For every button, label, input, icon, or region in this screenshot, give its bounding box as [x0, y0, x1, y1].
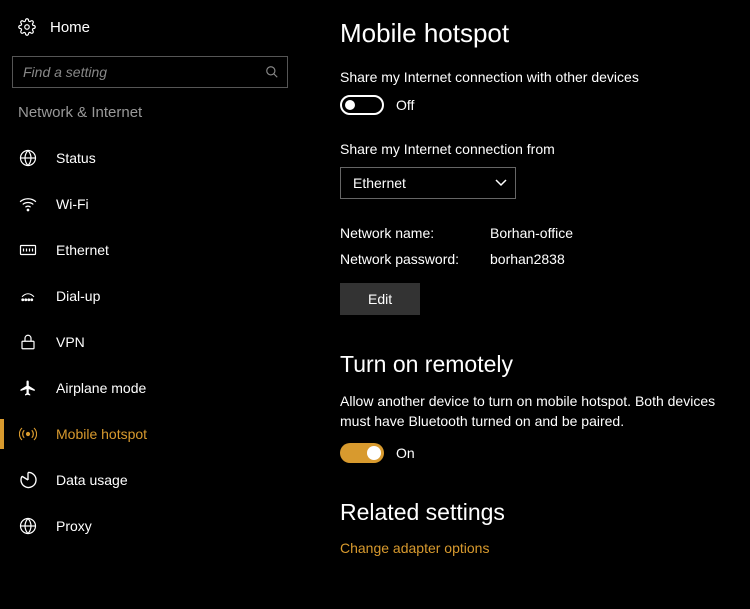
sidebar-item-airplane[interactable]: Airplane mode	[0, 365, 300, 411]
network-name-value: Borhan-office	[490, 225, 573, 241]
home-button[interactable]: Home	[0, 10, 300, 48]
sidebar-item-vpn[interactable]: VPN	[0, 319, 300, 365]
related-title: Related settings	[340, 499, 722, 526]
datausage-icon	[18, 470, 38, 490]
edit-button[interactable]: Edit	[340, 283, 420, 315]
chevron-down-icon	[495, 179, 507, 187]
sidebar-item-label: Mobile hotspot	[56, 426, 147, 442]
sidebar-item-label: Data usage	[56, 472, 128, 488]
sidebar-item-hotspot[interactable]: Mobile hotspot	[0, 411, 300, 457]
search-input[interactable]	[23, 64, 265, 80]
remote-toggle[interactable]: On	[340, 443, 722, 463]
proxy-icon	[18, 516, 38, 536]
page-title: Mobile hotspot	[340, 18, 722, 49]
search-icon	[265, 65, 279, 79]
sidebar-item-label: VPN	[56, 334, 85, 350]
gear-icon	[18, 18, 36, 36]
network-password-row: Network password: borhan2838	[340, 251, 722, 267]
remote-title: Turn on remotely	[340, 351, 722, 378]
sidebar-item-wifi[interactable]: Wi-Fi	[0, 181, 300, 227]
airplane-icon	[18, 378, 38, 398]
network-name-row: Network name: Borhan-office	[340, 225, 722, 241]
network-password-value: borhan2838	[490, 251, 565, 267]
network-name-label: Network name:	[340, 225, 490, 241]
nav-list: Status Wi-Fi Ethernet Dial-up VPN	[0, 135, 300, 549]
sidebar-item-label: Airplane mode	[56, 380, 146, 396]
sidebar-item-datausage[interactable]: Data usage	[0, 457, 300, 503]
home-label: Home	[50, 19, 90, 36]
sidebar-item-label: Wi-Fi	[56, 196, 89, 212]
share-description: Share my Internet connection with other …	[340, 69, 722, 85]
dialup-icon	[18, 286, 38, 306]
sidebar-item-label: Dial-up	[56, 288, 100, 304]
toggle-state-label: Off	[396, 97, 414, 113]
search-box[interactable]	[12, 56, 288, 88]
change-adapter-link[interactable]: Change adapter options	[340, 540, 722, 556]
ethernet-icon	[18, 240, 38, 260]
dropdown-value: Ethernet	[353, 175, 406, 191]
share-from-dropdown[interactable]: Ethernet	[340, 167, 516, 199]
sidebar-item-status[interactable]: Status	[0, 135, 300, 181]
share-from-label: Share my Internet connection from	[340, 141, 722, 157]
toggle-switch-on	[340, 443, 384, 463]
network-password-label: Network password:	[340, 251, 490, 267]
sidebar-item-dialup[interactable]: Dial-up	[0, 273, 300, 319]
share-toggle[interactable]: Off	[340, 95, 722, 115]
vpn-icon	[18, 332, 38, 352]
wifi-icon	[18, 194, 38, 214]
sidebar-item-ethernet[interactable]: Ethernet	[0, 227, 300, 273]
remote-description: Allow another device to turn on mobile h…	[340, 392, 722, 431]
category-header: Network & Internet	[0, 104, 300, 135]
main-content: Mobile hotspot Share my Internet connect…	[300, 0, 750, 609]
status-icon	[18, 148, 38, 168]
sidebar: Home Network & Internet Status Wi-Fi Eth…	[0, 0, 300, 609]
hotspot-icon	[18, 424, 38, 444]
sidebar-item-label: Ethernet	[56, 242, 109, 258]
toggle-state-label: On	[396, 445, 415, 461]
toggle-switch-off	[340, 95, 384, 115]
sidebar-item-proxy[interactable]: Proxy	[0, 503, 300, 549]
sidebar-item-label: Proxy	[56, 518, 92, 534]
sidebar-item-label: Status	[56, 150, 96, 166]
